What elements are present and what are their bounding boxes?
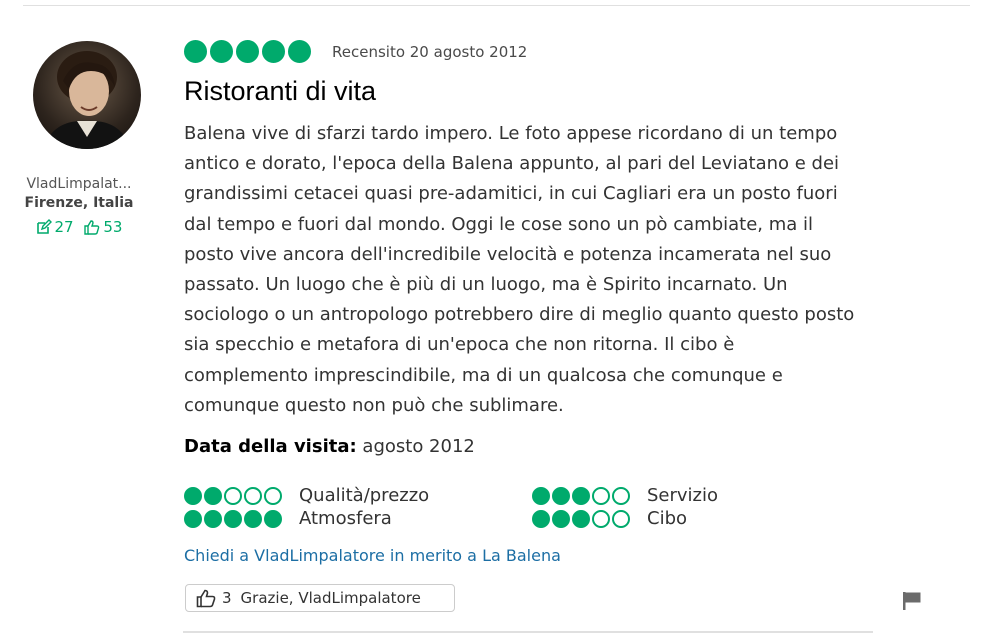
reviewer-stats: 27 53 (0, 218, 158, 239)
filled-bubble-icon (204, 509, 222, 528)
subrating-bubbles (532, 509, 632, 528)
flag-icon[interactable] (902, 591, 922, 611)
subrating-value: Qualità/prezzo (184, 485, 429, 506)
top-divider (23, 5, 970, 6)
visit-date-line: Data della visita: agosto 2012 (184, 436, 475, 457)
empty-bubble-icon (244, 486, 262, 505)
review-count: 27 (36, 218, 74, 236)
reviewer-name[interactable]: VladLimpalat... (0, 176, 158, 192)
filled-bubble-icon (184, 486, 202, 505)
ask-reviewer-link[interactable]: Chiedi a VladLimpalatore in merito a La … (184, 546, 561, 565)
review-bubble-rating (184, 40, 314, 63)
thanks-count: 3 (222, 589, 232, 607)
subrating-bubbles (532, 486, 632, 505)
subrating-atmosphere: Atmosfera (184, 508, 392, 529)
helpful-votes-value: 53 (103, 218, 123, 236)
filled-bubble-icon (224, 509, 242, 528)
empty-bubble-icon (264, 486, 282, 505)
filled-bubble-icon (572, 509, 590, 528)
subrating-service: Servizio (532, 485, 718, 506)
empty-bubble-icon (592, 486, 610, 505)
thanks-label: Grazie, VladLimpalatore (240, 589, 421, 607)
thumbs-up-icon (84, 220, 100, 235)
filled-bubble-icon (204, 486, 222, 505)
subrating-bubbles (184, 509, 284, 528)
filled-bubble-icon (532, 509, 550, 528)
filled-bubble-icon (572, 486, 590, 505)
filled-bubble-icon (264, 509, 282, 528)
filled-bubble-icon (236, 40, 259, 63)
subrating-bubbles (184, 486, 284, 505)
filled-bubble-icon (552, 486, 570, 505)
empty-bubble-icon (612, 509, 630, 528)
subrating-label: Atmosfera (299, 508, 392, 529)
helpful-votes: 53 (84, 218, 122, 236)
filled-bubble-icon (244, 509, 262, 528)
review-title[interactable]: Ristoranti di vita (184, 76, 376, 107)
visit-date-label: Data della visita: (184, 436, 357, 457)
subrating-food: Cibo (532, 508, 687, 529)
subrating-label: Qualità/prezzo (299, 485, 430, 506)
empty-bubble-icon (612, 486, 630, 505)
avatar[interactable] (33, 41, 141, 149)
filled-bubble-icon (532, 486, 550, 505)
filled-bubble-icon (288, 40, 311, 63)
empty-bubble-icon (592, 509, 610, 528)
avatar-portrait (43, 51, 131, 149)
subrating-label: Cibo (647, 508, 688, 529)
empty-bubble-icon (224, 486, 242, 505)
subrating-label: Servizio (647, 485, 719, 506)
bottom-divider (183, 631, 873, 633)
review-count-value: 27 (54, 218, 74, 236)
filled-bubble-icon (184, 40, 207, 63)
thanks-button[interactable]: 3 Grazie, VladLimpalatore (185, 584, 455, 612)
pencil-note-icon (36, 219, 52, 234)
reviewer-location: Firenze, Italia (24, 195, 134, 211)
thumbs-up-icon (196, 589, 216, 608)
filled-bubble-icon (184, 509, 202, 528)
review-body: Balena vive di sfarzi tardo impero. Le f… (184, 123, 855, 416)
filled-bubble-icon (210, 40, 233, 63)
review-date: Recensito 20 agosto 2012 (332, 43, 528, 61)
filled-bubble-icon (262, 40, 285, 63)
filled-bubble-icon (552, 509, 570, 528)
visit-date-value: agosto 2012 (362, 436, 475, 457)
